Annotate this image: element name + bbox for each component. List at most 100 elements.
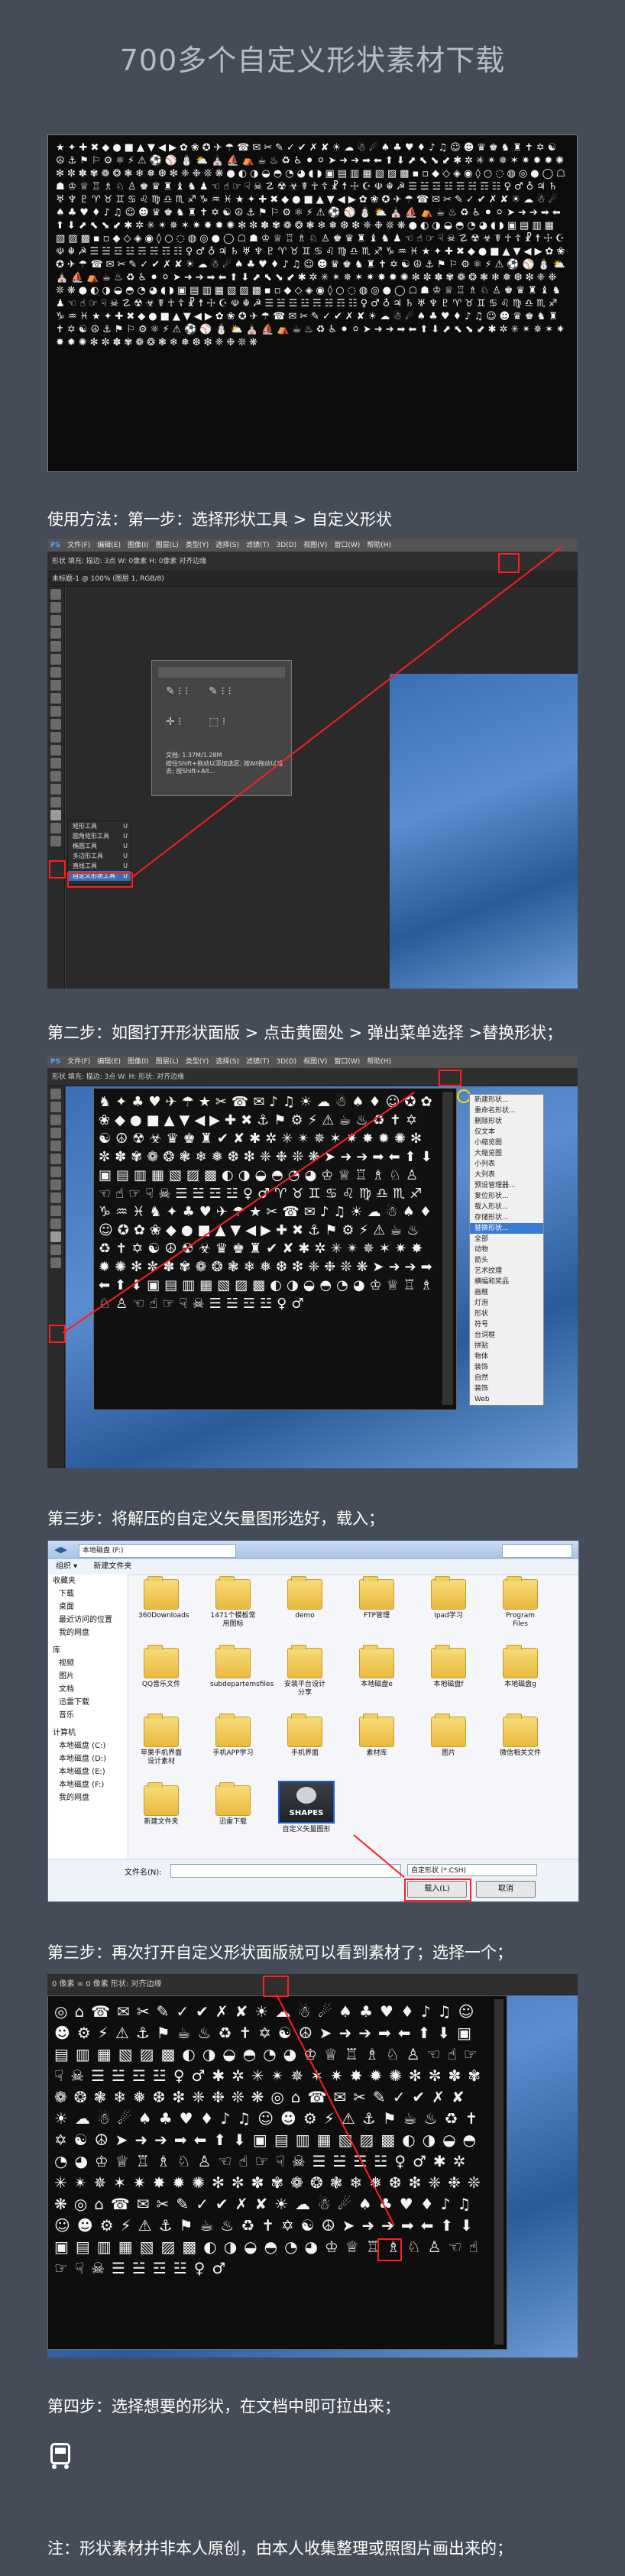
flyout-item[interactable]: 椭圆工具 U [68,841,131,851]
brush-tool-icon[interactable] [50,1154,61,1164]
nav-item[interactable]: 视频 [48,1657,128,1670]
document-tab[interactable]: 未标题-1 @ 100% (图层 1, RGB/8) [47,571,578,587]
menu-item[interactable]: 删除形状 [470,1116,543,1127]
marquee-tool-icon[interactable] [50,602,61,613]
zoom-tool-icon[interactable] [50,1257,61,1268]
menu-item[interactable]: 大缩览图 [470,1148,543,1159]
nav-item[interactable]: 文档 [48,1683,128,1696]
pen-tool-icon[interactable] [50,771,61,782]
folder-item[interactable]: 本地磁盘f [426,1645,471,1689]
menu-item[interactable]: 仅文本 [470,1127,543,1138]
brush-tool-icon[interactable] [50,680,61,691]
filetype-select[interactable]: 自定形状 (*.CSH) [407,1864,537,1876]
menu-item[interactable]: 小缩览图 [470,1138,543,1148]
search-input[interactable] [502,1544,572,1558]
folder-item[interactable]: 素材库 [354,1714,400,1758]
folder-item[interactable]: 微信相关文件 [497,1714,543,1758]
menu-item-replace-shapes[interactable]: 替换形状... [470,1223,543,1234]
nav-item[interactable]: 最近访问的位置 [48,1613,128,1626]
blur-tool-icon[interactable] [50,745,61,756]
menu-item[interactable]: 灯泡 [470,1298,543,1309]
folder-item[interactable]: FTP管理 [354,1576,400,1620]
address-bar[interactable]: 本地磁盘 (F:) [79,1544,236,1558]
flyout-item[interactable]: 多边形工具 U [68,851,131,861]
shapes-file-item[interactable]: SHAPES 自定义矢量图形 [277,1781,335,1834]
type-tool-icon[interactable] [50,1218,61,1229]
nav-item[interactable]: 我的网盘 [48,1626,128,1639]
folder-item[interactable]: Ipad学习 [426,1576,471,1620]
menu-item[interactable]: 画框 [470,1287,543,1298]
hand-tool-icon[interactable] [50,1244,61,1255]
nav-item[interactable]: 我的网盘 [48,1791,128,1804]
menu-item[interactable]: 装饰 [470,1383,543,1394]
folder-item[interactable]: 苹果手机界面设计素材 [138,1714,184,1766]
gradient-tool-icon[interactable] [50,732,61,743]
move-tool-icon[interactable] [50,589,61,600]
menu-item[interactable]: 预设管理器... [470,1180,543,1191]
nav-item[interactable]: 计算机 [48,1727,128,1739]
nav-item[interactable]: 库 [48,1644,128,1657]
folder-item[interactable]: 1471个模板常用图标 [210,1576,256,1629]
menu-item[interactable]: 大列表 [470,1170,543,1180]
menu-item[interactable]: 横幅和奖品 [470,1277,543,1287]
nav-item[interactable]: 音乐 [48,1709,128,1722]
cancel-button[interactable]: 取消 [476,1881,536,1898]
menu-item[interactable]: 装饰 [470,1362,543,1373]
pen-tool-icon[interactable] [50,1205,61,1216]
menu-item[interactable]: 箭头 [470,1255,543,1266]
menu-item[interactable]: 台词框 [470,1330,543,1341]
nav-item[interactable]: 迅雷下载 [48,1696,128,1709]
scrollbar[interactable] [442,1092,453,1405]
menu-item[interactable]: 符号 [470,1319,543,1330]
menu-item[interactable]: 动物 [470,1244,543,1255]
menu-item[interactable]: 艺术纹理 [470,1266,543,1277]
menu-item[interactable]: 拼贴 [470,1341,543,1351]
shapes-grid[interactable]: ♞✦♣♥✈☂★✂☎✉♪♫☀☁☃♠♦☺✪✿❀◆●■▲▼◀▶✚✖⚓⚑⚙⚡⚠☕♨♻✝✡… [99,1093,438,1405]
nav-item[interactable]: 本地磁盘 (E:) [48,1765,128,1778]
folder-item[interactable]: subdepartemsfiles [210,1645,274,1689]
flyout-item[interactable]: 圆角矩形工具 U [68,831,131,841]
gradient-tool-icon[interactable] [50,1193,61,1203]
eyedropper-icon[interactable] [50,1141,61,1151]
filename-input[interactable] [170,1864,401,1878]
menu-item[interactable]: 形状 [470,1309,543,1319]
menu-item[interactable]: 新建形状... [470,1095,543,1105]
eraser-tool-icon[interactable] [50,1180,61,1190]
eyedropper-icon[interactable] [50,654,61,665]
folder-item[interactable]: QQ音乐文件 [138,1645,184,1689]
organize-button[interactable]: 组织 ▾ [56,1562,77,1571]
menu-item[interactable]: Web [470,1394,543,1405]
folder-item[interactable]: 360Downloads [138,1576,189,1620]
shape-tool-icon[interactable] [50,1231,61,1242]
heal-tool-icon[interactable] [50,667,61,678]
marquee-tool-icon[interactable] [50,1102,61,1112]
dodge-tool-icon[interactable] [50,758,61,769]
flyout-item[interactable]: 直线工具 U [68,861,131,871]
stamp-tool-icon[interactable] [50,693,61,704]
hand-tool-icon[interactable] [50,823,61,833]
flyout-item[interactable]: 矩形工具 U [68,821,131,831]
crop-tool-icon[interactable] [50,641,61,652]
menu-item[interactable]: 存储形状... [470,1212,543,1223]
folder-item[interactable]: 手机APP学习 [210,1714,256,1758]
path-select-icon[interactable] [50,797,61,807]
folder-item[interactable]: 本地磁盘e [354,1645,400,1689]
eraser-tool-icon[interactable] [50,719,61,730]
move-tool-icon[interactable] [50,1089,61,1099]
back-icon[interactable]: ◀▶ [54,1545,67,1555]
menu-item[interactable]: 载入形状... [470,1202,543,1212]
menu-item[interactable]: 物体 [470,1351,543,1362]
folder-item[interactable]: 迅雷下载 [210,1782,256,1827]
nav-item[interactable]: 收藏夹 [48,1574,128,1587]
nav-item[interactable]: 下载 [48,1587,128,1600]
folder-item[interactable]: demo [282,1576,328,1620]
stamp-tool-icon[interactable] [50,1167,61,1177]
folder-item[interactable]: 新建文件夹 [138,1782,184,1827]
menu-item[interactable]: 重命名形状... [470,1105,543,1116]
nav-item[interactable]: 本地磁盘 (F:) [48,1778,128,1791]
type-tool-icon[interactable] [50,784,61,794]
nav-item[interactable]: 桌面 [48,1600,128,1613]
shape-tool-icon[interactable] [50,810,61,820]
folder-item[interactable]: Program Files [497,1576,543,1629]
lasso-tool-icon[interactable] [50,615,61,626]
